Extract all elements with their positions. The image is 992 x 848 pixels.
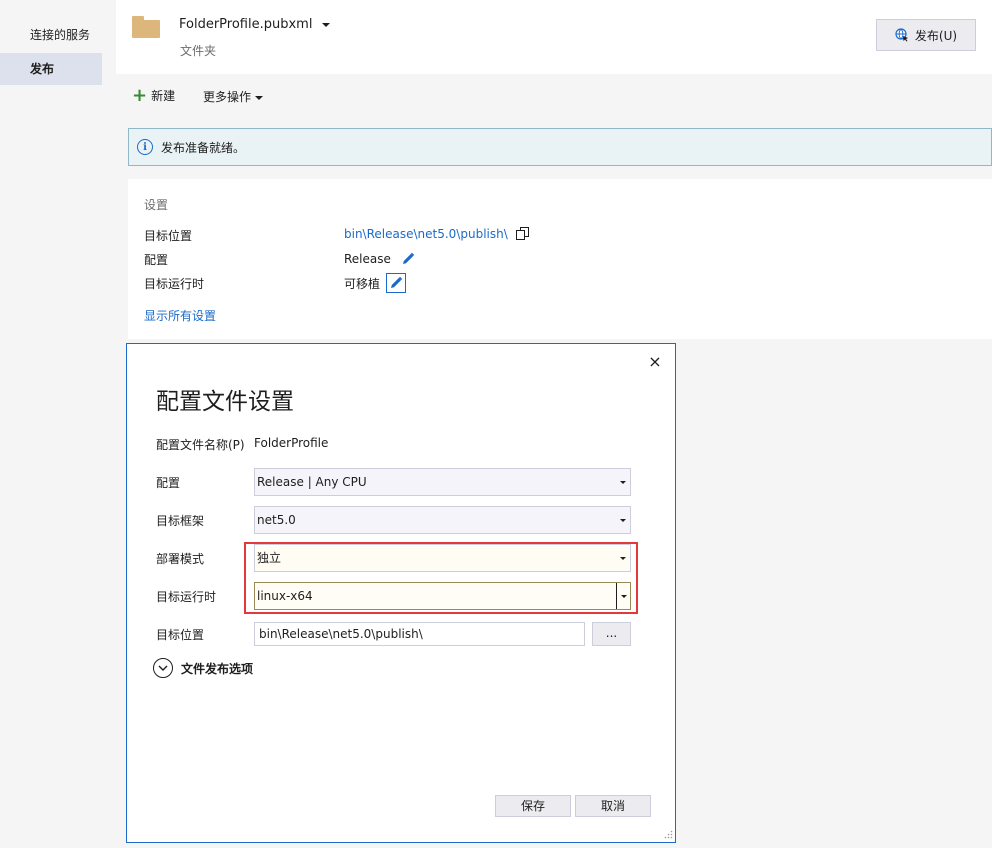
configuration-value: Release — [344, 252, 391, 266]
folder-icon — [132, 16, 160, 38]
target-framework-combo[interactable]: net5.0 — [254, 506, 631, 534]
target-location-link[interactable]: bin\Release\net5.0\publish\ — [344, 227, 508, 241]
configuration-combo[interactable]: Release | Any CPU — [254, 468, 631, 496]
edit-pencil-icon[interactable] — [386, 273, 407, 293]
info-message: 发布准备就绪。 — [161, 140, 246, 155]
nav-item-publish[interactable]: 发布 — [0, 53, 102, 85]
profile-type: 文件夹 — [180, 44, 217, 58]
target-framework-combo-value: net5.0 — [257, 513, 296, 527]
toolbar: + 新建 更多操作 — [116, 74, 992, 118]
profile-selector[interactable]: FolderProfile.pubxml — [179, 17, 331, 32]
setting-label-configuration: 配置 — [144, 253, 169, 267]
plus-icon: + — [132, 84, 148, 106]
settings-title: 设置 — [144, 198, 169, 212]
chevron-down-icon — [255, 95, 264, 100]
setting-value-target-location: bin\Release\net5.0\publish\ — [344, 227, 530, 241]
nav-item-connected-services[interactable]: 连接的服务 — [0, 19, 102, 51]
dialog-title: 配置文件设置 — [156, 389, 294, 415]
copy-icon[interactable] — [515, 227, 530, 241]
target-location-label: 目标位置 — [156, 628, 205, 642]
more-actions-button[interactable]: 更多操作 — [203, 88, 264, 105]
close-icon[interactable]: × — [647, 354, 663, 370]
profile-settings-dialog: × 配置文件设置 配置文件名称(P) FolderProfile 配置 Rele… — [126, 343, 676, 843]
highlight-annotation — [244, 542, 638, 614]
chevron-down-icon — [616, 469, 630, 495]
setting-label-target-runtime: 目标运行时 — [144, 277, 205, 291]
target-framework-label: 目标框架 — [156, 514, 205, 528]
publish-button-label: 发布(U) — [914, 28, 958, 43]
profile-name-label: 配置文件名称(P) — [156, 438, 245, 452]
edit-pencil-icon[interactable] — [399, 250, 417, 268]
show-all-settings-link[interactable]: 显示所有设置 — [144, 307, 216, 324]
left-nav: 连接的服务 发布 — [0, 0, 116, 848]
chevron-down-icon — [322, 22, 331, 27]
configuration-label: 配置 — [156, 476, 181, 490]
profile-header: FolderProfile.pubxml 文件夹 发布(U) — [116, 0, 992, 74]
setting-label-target-location: 目标位置 — [144, 229, 193, 243]
chevron-down-icon — [616, 507, 630, 533]
resize-grip-icon[interactable] — [663, 830, 673, 840]
setting-value-target-runtime: 可移植 — [344, 273, 407, 293]
file-publish-options-label: 文件发布选项 — [181, 661, 254, 676]
browse-button[interactable]: ... — [592, 622, 631, 646]
target-location-input[interactable]: bin\Release\net5.0\publish\ — [254, 622, 585, 646]
info-icon: i — [137, 139, 153, 155]
target-runtime-label: 目标运行时 — [156, 590, 217, 604]
settings-card: 设置 目标位置 bin\Release\net5.0\publish\ 配置 R… — [128, 179, 992, 339]
info-bar: i 发布准备就绪。 — [128, 128, 992, 166]
more-actions-label: 更多操作 — [203, 90, 252, 104]
publish-button[interactable]: 发布(U) — [876, 19, 976, 51]
new-button-label: 新建 — [151, 89, 176, 103]
chevron-down-circle-icon — [153, 658, 173, 678]
profile-name: FolderProfile.pubxml — [179, 17, 313, 32]
deployment-mode-label: 部署模式 — [156, 552, 205, 566]
publish-globe-icon — [895, 28, 908, 42]
file-publish-options-expander[interactable]: 文件发布选项 — [153, 658, 253, 678]
new-button[interactable]: + 新建 — [132, 84, 176, 106]
profile-name-value: FolderProfile — [254, 436, 329, 450]
configuration-combo-value: Release | Any CPU — [257, 475, 367, 489]
setting-value-configuration: Release — [344, 250, 417, 268]
save-button[interactable]: 保存 — [495, 795, 571, 817]
cancel-button[interactable]: 取消 — [575, 795, 651, 817]
target-runtime-value: 可移植 — [344, 276, 381, 291]
